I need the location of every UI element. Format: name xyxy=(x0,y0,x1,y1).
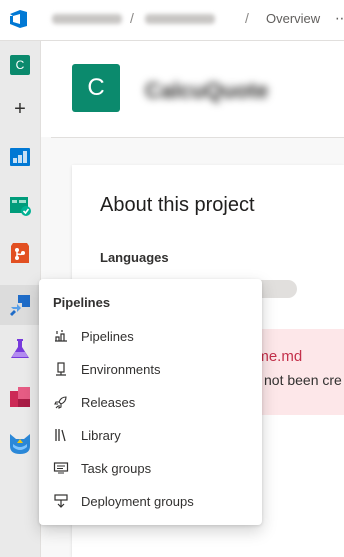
nav-pipelines[interactable] xyxy=(0,285,40,325)
project-large-avatar: C xyxy=(72,64,120,112)
nav-new-button[interactable]: + xyxy=(0,91,40,127)
flyout-item-deployment-groups[interactable]: Deployment groups xyxy=(39,485,262,517)
nav-test-plans[interactable] xyxy=(0,188,40,224)
top-header: / / Overview ⋯ xyxy=(0,0,344,41)
flyout-item-label: Releases xyxy=(81,394,136,410)
project-header: C CalcuQuote xyxy=(41,41,344,137)
flyout-item-library[interactable]: Library xyxy=(39,419,262,451)
flyout-item-task-groups[interactable]: Task groups xyxy=(39,452,262,484)
nav-test-plans-flask[interactable] xyxy=(0,331,40,367)
left-nav: C + xyxy=(0,41,41,557)
test-plans-flask-icon xyxy=(11,339,29,358)
artifacts-icon xyxy=(10,387,30,407)
pipelines-icon xyxy=(10,295,30,316)
flyout-item-label: Library xyxy=(81,427,121,443)
nav-project-avatar[interactable]: C xyxy=(0,47,40,83)
task-groups-icon xyxy=(53,460,69,476)
nav-extension[interactable] xyxy=(0,425,40,461)
plus-icon: + xyxy=(14,98,26,120)
breadcrumb-project[interactable] xyxy=(145,14,215,24)
breadcrumb-separator: / xyxy=(130,10,134,26)
about-title: About this project xyxy=(100,194,255,216)
boards-icon xyxy=(10,148,30,166)
project-name: CalcuQuote xyxy=(145,78,269,103)
pipelines-icon xyxy=(53,328,69,344)
flyout-title: Pipelines xyxy=(53,295,111,310)
repos-icon xyxy=(11,243,29,263)
deployment-groups-icon xyxy=(53,493,69,509)
flyout-item-label: Environments xyxy=(81,361,161,377)
project-avatar: C xyxy=(10,55,30,75)
header-divider xyxy=(51,137,344,138)
flyout-item-pipelines[interactable]: Pipelines xyxy=(39,320,262,352)
flyout-item-label: Task groups xyxy=(81,460,152,476)
nav-boards[interactable] xyxy=(0,139,40,175)
library-icon xyxy=(53,427,69,443)
flyout-item-label: Deployment groups xyxy=(81,493,194,509)
flyout-item-label: Pipelines xyxy=(81,328,134,344)
breadcrumb-overview[interactable]: Overview xyxy=(266,11,320,26)
flyout-item-environments[interactable]: Environments xyxy=(39,353,262,385)
extension-cat-icon xyxy=(10,434,30,454)
nav-repos[interactable] xyxy=(0,235,40,271)
flyout-item-releases[interactable]: Releases xyxy=(39,386,262,418)
releases-icon xyxy=(53,394,69,410)
test-plans-icon xyxy=(10,197,31,216)
azure-devops-logo-icon[interactable] xyxy=(7,7,31,31)
languages-label: Languages xyxy=(100,250,169,265)
nav-artifacts[interactable] xyxy=(0,379,40,415)
breadcrumb-separator: / xyxy=(245,10,249,26)
breadcrumb-org[interactable] xyxy=(52,14,122,24)
more-options-icon[interactable]: ⋯ xyxy=(335,10,344,27)
readme-message: not been cre xyxy=(264,372,342,388)
pipelines-flyout-menu: Pipelines Pipelines Environments Release… xyxy=(39,279,262,525)
environments-icon xyxy=(53,361,69,377)
